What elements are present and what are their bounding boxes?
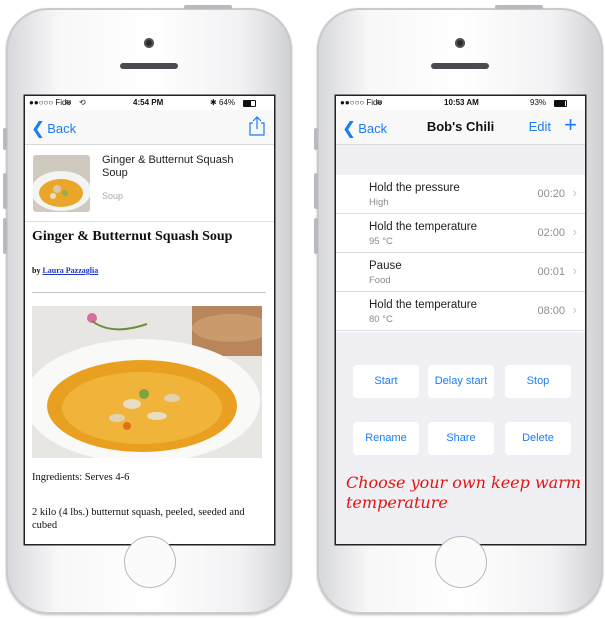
status-time: 4:54 PM (133, 98, 164, 107)
promo-caption: Choose your own keep warm temperature (346, 473, 582, 512)
chevron-left-icon: ❮ (31, 119, 46, 138)
wifi-icon: ≋ (65, 98, 72, 107)
by-label: by (32, 266, 41, 275)
share-button[interactable]: Share (428, 422, 494, 455)
back-button[interactable]: ❮ Back (31, 118, 76, 138)
right-screen: ●●○○○ Fido ≋ 10:53 AM 93% ❮ Back Bob's Ch… (336, 96, 585, 544)
left-screen: ●●○○○ Fido ≋ ⟲ 4:54 PM ✱ 64% ❮ Back Ging… (25, 96, 274, 544)
status-time: 10:53 AM (444, 98, 479, 107)
mute-switch (314, 128, 318, 150)
list-item[interactable]: Hold the temperature 95 °C 02:00 › (336, 214, 585, 253)
loading-icon: ⟲ (79, 98, 86, 107)
home-button[interactable] (435, 536, 487, 588)
recipe-card-row[interactable]: Ginger & Butternut Squash Soup Soup (25, 145, 274, 222)
divider (32, 292, 266, 293)
list-item[interactable]: Hold the pressure High 00:20 › (336, 175, 585, 214)
section-header (336, 145, 585, 175)
step-name: Pause (369, 260, 402, 272)
volume-down-button (3, 218, 7, 254)
chevron-right-icon: › (572, 224, 577, 239)
recipe-card-title: Ginger & Butternut Squash Soup (102, 154, 234, 179)
earpiece-speaker (120, 63, 178, 69)
nav-bar: ❮ Back Bob's Chili Edit + (336, 110, 585, 145)
step-name: Hold the pressure (369, 182, 460, 194)
stop-button[interactable]: Stop (505, 365, 571, 398)
chevron-right-icon: › (572, 302, 577, 317)
volume-up-button (3, 173, 7, 209)
battery-percent: 93% (530, 98, 547, 107)
chevron-right-icon: › (572, 263, 577, 278)
chevron-right-icon: › (572, 185, 577, 200)
volume-up-button (314, 173, 318, 209)
step-detail: Food (369, 275, 391, 286)
step-detail: High (369, 197, 389, 208)
byline: by Laura Pazzaglia (32, 266, 98, 275)
volume-down-button (314, 218, 318, 254)
power-button (184, 5, 232, 9)
list-item[interactable]: Hold the temperature 80 °C 08:00 › (336, 292, 585, 331)
author-link[interactable]: Laura Pazzaglia (42, 266, 98, 275)
ingredients-heading: Ingredients: Serves 4-6 (32, 472, 130, 483)
recipe-thumbnail (33, 155, 90, 212)
left-phone: ●●○○○ Fido ≋ ⟲ 4:54 PM ✱ 64% ❮ Back Ging… (3, 5, 292, 614)
list-item[interactable]: Pause Food 00:01 › (336, 253, 585, 292)
plus-icon[interactable]: + (564, 112, 577, 138)
step-name: Hold the temperature (369, 299, 478, 311)
step-time: 00:20 (537, 188, 565, 200)
start-button[interactable]: Start (353, 365, 419, 398)
status-bar: ●●○○○ Fido ≋ 10:53 AM 93% (336, 96, 585, 110)
program-steps-list: Hold the pressure High 00:20 › Hold the … (336, 175, 585, 331)
step-detail: 95 °C (369, 236, 393, 247)
power-button (495, 5, 543, 9)
edit-button[interactable]: Edit (529, 119, 551, 134)
battery-percent: 64% (219, 98, 236, 107)
front-camera (455, 38, 465, 48)
mute-switch (3, 128, 7, 150)
delay-start-button[interactable]: Delay start (428, 365, 494, 398)
step-time: 00:01 (537, 266, 565, 278)
step-detail: 80 °C (369, 314, 393, 325)
wifi-icon: ≋ (376, 98, 383, 107)
front-camera (144, 38, 154, 48)
status-bar: ●●○○○ Fido ≋ ⟲ 4:54 PM ✱ 64% (25, 96, 274, 110)
recipe-card-category: Soup (102, 191, 124, 201)
step-time: 02:00 (537, 227, 565, 239)
nav-bar: ❮ Back (25, 110, 274, 145)
bluetooth-icon: ✱ (210, 98, 217, 107)
home-button[interactable] (124, 536, 176, 588)
share-icon[interactable] (248, 116, 266, 136)
step-name: Hold the temperature (369, 221, 478, 233)
delete-button[interactable]: Delete (505, 422, 571, 455)
earpiece-speaker (431, 63, 489, 69)
recipe-title: Ginger & Butternut Squash Soup (32, 229, 233, 244)
rename-button[interactable]: Rename (353, 422, 419, 455)
ingredient-item: 2 kilo (4 lbs.) butternut squash, peeled… (32, 507, 245, 531)
step-time: 08:00 (537, 305, 565, 317)
recipe-photo (32, 306, 262, 458)
right-phone: ●●○○○ Fido ≋ 10:53 AM 93% ❮ Back Bob's Ch… (314, 5, 603, 614)
back-label: Back (47, 121, 77, 136)
